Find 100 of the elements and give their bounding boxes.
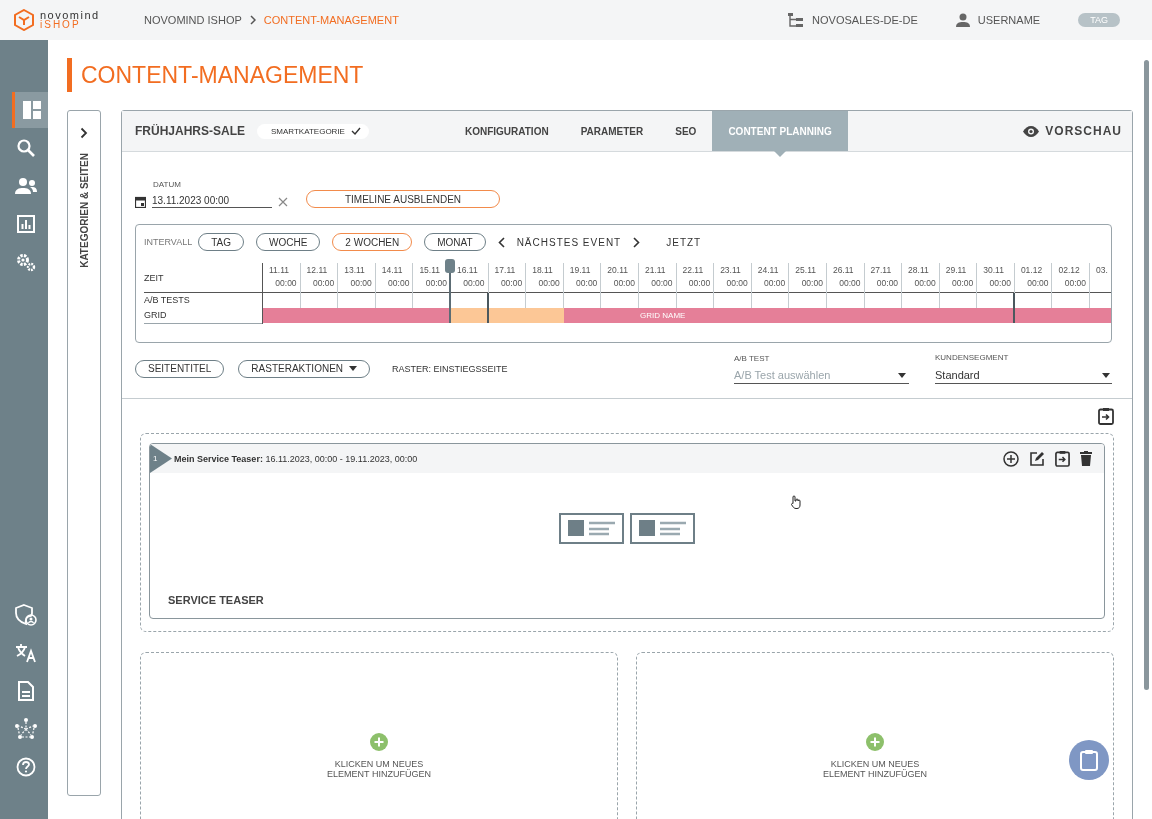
- time-label: 00:00: [764, 278, 786, 288]
- breadcrumb-link[interactable]: NOVOMIND ISHOP: [144, 14, 242, 26]
- time-label: 00:00: [726, 278, 748, 288]
- next-event-label: NÄCHSTES EVENT: [516, 236, 622, 248]
- time-label: 00:00: [500, 278, 523, 288]
- tab[interactable]: SEO: [659, 111, 713, 151]
- field-label: KUNDENSEGMENT: [935, 353, 1010, 362]
- clipboard-fab[interactable]: [1069, 740, 1109, 780]
- page-title-button[interactable]: SEITENTITEL: [135, 359, 225, 378]
- customer-segment-select[interactable]: Standard: [935, 367, 1112, 384]
- chevron-right-icon[interactable]: [633, 236, 641, 248]
- logo-subtitle: iSHOP: [40, 20, 81, 30]
- calendar-icon: [135, 195, 146, 208]
- date-label: 03.: [1096, 265, 1108, 275]
- date-label: 17.11: [494, 265, 516, 275]
- time-label: 00:00: [1064, 278, 1087, 288]
- time-label: 00:00: [952, 278, 974, 288]
- date-label: 15.11: [419, 265, 440, 275]
- add-element-hint: KLICKEN UM NEUES ELEMENT HINZUFÜGEN: [822, 759, 928, 779]
- date-label: 28.11: [908, 265, 929, 275]
- add-element-slot[interactable]: KLICKEN UM NEUES ELEMENT HINZUFÜGEN: [140, 652, 618, 819]
- date-label: 23.11: [720, 265, 741, 275]
- hierarchy-icon: [788, 13, 805, 27]
- grid-bar-segment[interactable]: [488, 308, 527, 323]
- edit-icon[interactable]: [1029, 450, 1045, 467]
- collapsed-side-panel[interactable]: KATEGORIEN & SEITEN: [67, 110, 101, 796]
- chevron-right-icon: [80, 127, 88, 139]
- field-label: A/B TEST: [734, 353, 771, 363]
- date-label: 14.11: [381, 265, 403, 275]
- now-button[interactable]: JETZT: [660, 235, 708, 249]
- store-selector[interactable]: NOVOSALES-DE-DE: [812, 14, 918, 26]
- hide-timeline-button[interactable]: TIMELINE AUSBLENDEN: [306, 190, 500, 208]
- add-element-hint: KLICKEN UM NEUES ELEMENT HINZUFÜGEN: [326, 759, 432, 779]
- field-label: DATUM: [153, 180, 182, 189]
- eye-icon: [1023, 125, 1040, 137]
- username[interactable]: USERNAME: [977, 14, 1041, 26]
- dashboard-icon: [21, 100, 42, 120]
- element-type-label: SERVICE TEASER: [168, 594, 265, 608]
- translate-icon: [14, 643, 37, 663]
- add-icon: [866, 733, 884, 751]
- date-label: 02.12: [1058, 265, 1080, 275]
- date-label: 26.11: [832, 265, 854, 275]
- time-label: 00:00: [425, 278, 447, 288]
- clipboard-icon: [1080, 749, 1098, 771]
- grid-bar-segment[interactable]: [450, 308, 489, 323]
- date-label: 25.11: [795, 265, 816, 275]
- date-label: 22.11: [682, 265, 704, 275]
- date-field[interactable]: DATUM 13.11.2023 00:00: [135, 180, 288, 208]
- interval-button[interactable]: MONAT: [424, 233, 486, 251]
- date-label: 20.11: [607, 265, 628, 275]
- tab[interactable]: PARAMETER: [564, 111, 660, 151]
- interval-button[interactable]: 2 WOCHEN: [332, 233, 413, 251]
- date-label: 29.11: [945, 265, 967, 275]
- time-label: 00:00: [914, 278, 936, 288]
- chevron-left-icon[interactable]: [497, 236, 505, 248]
- interval-button[interactable]: WOCHE: [256, 233, 321, 251]
- chevron-right-icon: [249, 15, 256, 25]
- shield-user-icon: [14, 604, 37, 626]
- users-icon: [14, 177, 37, 195]
- caret-down-icon: [898, 372, 906, 378]
- date-label: 16.11: [456, 265, 478, 275]
- date-label: 18.11: [532, 265, 553, 275]
- time-label: 00:00: [1027, 278, 1049, 288]
- date-label: 24.11: [757, 265, 779, 275]
- time-label: 00:00: [538, 278, 560, 288]
- clipboard-icon[interactable]: [1098, 407, 1114, 425]
- time-label: 00:00: [312, 278, 335, 288]
- date-label: 19.11: [569, 265, 591, 275]
- grid-bar-segment[interactable]: [977, 308, 1015, 323]
- time-label: 00:00: [275, 278, 297, 288]
- sidebar-item[interactable]: [12, 92, 48, 128]
- date-label: 12.11: [306, 265, 328, 275]
- date-label: 13.11: [344, 265, 365, 275]
- ab-test-select[interactable]: A/B Test auswählen: [734, 367, 909, 384]
- date-label: 01.12: [1020, 265, 1043, 275]
- scrollbar-thumb[interactable]: [1144, 60, 1149, 690]
- user-icon: [955, 13, 970, 27]
- add-icon[interactable]: [1003, 450, 1019, 467]
- grid-actions-button[interactable]: RASTERAKTIONEN: [238, 359, 371, 378]
- time-label: 00:00: [613, 278, 635, 288]
- category-title: FRÜHJAHRS-SALE: [135, 124, 245, 138]
- time-label: 00:00: [876, 278, 899, 288]
- element-card[interactable]: 1 Mein Service Teaser: 16.11.2023, 00:00 - 19.11.2023, 00:00 SERVICE TEASER: [149, 443, 1105, 619]
- help-icon: [15, 757, 36, 777]
- row-label: A/B TESTS: [144, 294, 191, 307]
- time-label: 00:00: [688, 278, 711, 288]
- element-title: Mein Service Teaser: 16.11.2023, 00:00 - 19.11.2023, 00:00: [174, 453, 418, 464]
- date-label: 27.11: [870, 265, 892, 275]
- settings-icon: [15, 252, 36, 272]
- time-label: 00:00: [651, 278, 673, 288]
- tab[interactable]: KONFIGURATION: [448, 111, 565, 151]
- grid-bar-segment[interactable]: [1014, 308, 1053, 323]
- preview-button[interactable]: VORSCHAU: [1017, 123, 1128, 139]
- row-label: ZEIT: [144, 263, 262, 293]
- clipboard-icon[interactable]: [1055, 450, 1070, 467]
- chart-icon: [16, 215, 35, 233]
- clear-icon[interactable]: [278, 196, 288, 207]
- time-label: 00:00: [388, 278, 410, 288]
- trash-icon[interactable]: [1080, 451, 1092, 466]
- interval-button[interactable]: TAG: [198, 233, 244, 251]
